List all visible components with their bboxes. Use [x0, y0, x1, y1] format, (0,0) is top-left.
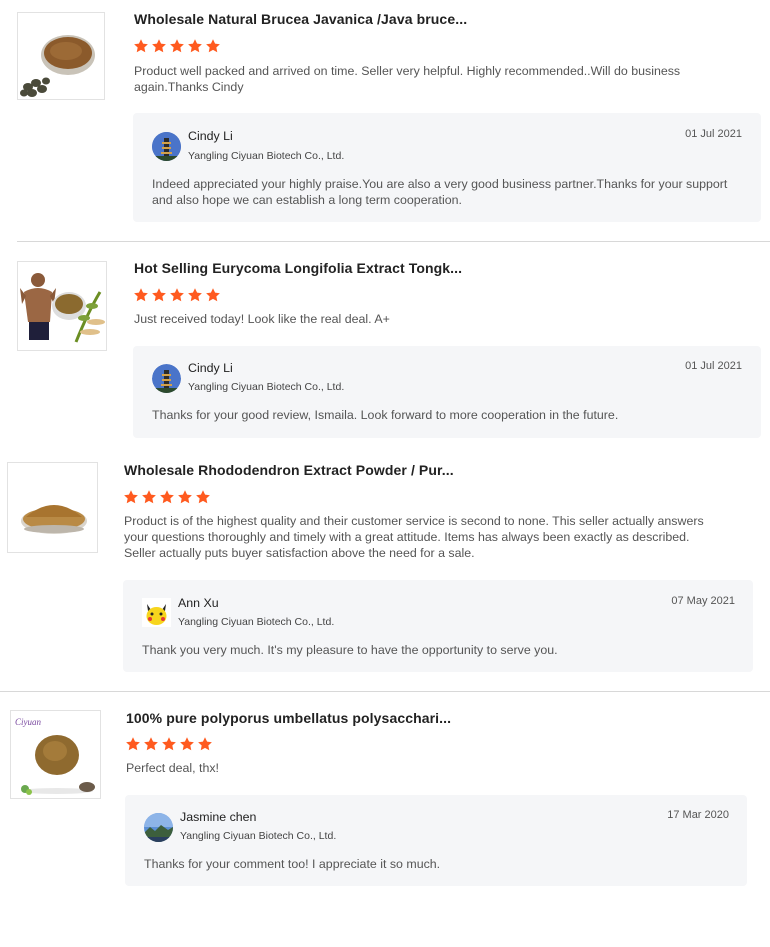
review-divider [17, 241, 770, 242]
seller-company: Yangling Ciyuan Biotech Co., Ltd. [188, 381, 345, 393]
seller-reply: Cindy Li Yangling Ciyuan Biotech Co., Lt… [133, 346, 761, 438]
star-icon [197, 736, 213, 752]
reply-text: Indeed appreciated your highly praise.Yo… [152, 177, 728, 207]
seller-name: Jasmine chen [180, 810, 257, 824]
star-icon [141, 489, 157, 505]
star-icon [187, 287, 203, 303]
review-comment: Just received today! Look like the real … [134, 312, 390, 326]
star-icon [133, 38, 149, 54]
reply-text: Thank you very much. It's my pleasure to… [142, 643, 558, 657]
rating-stars [123, 489, 211, 505]
star-icon [151, 38, 167, 54]
product-title[interactable]: 100% pure polyporus umbellatus polysacch… [126, 710, 451, 726]
star-icon [179, 736, 195, 752]
reply-date: 17 Mar 2020 [667, 809, 729, 821]
star-icon [195, 489, 211, 505]
rating-stars [133, 287, 221, 303]
star-icon [205, 38, 221, 54]
product-title[interactable]: Hot Selling Eurycoma Longifolia Extract … [134, 260, 462, 276]
svg-text:Ciyuan: Ciyuan [15, 717, 41, 727]
seller-name: Cindy Li [188, 129, 233, 143]
rating-stars [133, 38, 221, 54]
seller-avatar [152, 132, 181, 161]
seller-company: Yangling Ciyuan Biotech Co., Ltd. [188, 150, 345, 162]
seller-reply: Ann Xu Yangling Ciyuan Biotech Co., Ltd.… [123, 580, 753, 672]
product-thumbnail[interactable] [17, 261, 107, 351]
review-divider [0, 691, 770, 692]
product-thumbnail[interactable] [7, 462, 98, 553]
reply-date: 01 Jul 2021 [685, 360, 742, 372]
star-icon [169, 287, 185, 303]
star-icon [161, 736, 177, 752]
seller-company: Yangling Ciyuan Biotech Co., Ltd. [178, 616, 335, 628]
star-icon [177, 489, 193, 505]
review-comment: Product is of the highest quality and th… [124, 514, 704, 560]
star-icon [143, 736, 159, 752]
star-icon [169, 38, 185, 54]
seller-reply: Cindy Li Yangling Ciyuan Biotech Co., Lt… [133, 113, 761, 222]
seller-name: Ann Xu [178, 596, 219, 610]
review-comment: Product well packed and arrived on time.… [134, 64, 681, 94]
star-icon [187, 38, 203, 54]
product-thumbnail[interactable] [17, 12, 105, 100]
star-icon [125, 736, 141, 752]
star-icon [133, 287, 149, 303]
star-icon [151, 287, 167, 303]
product-title[interactable]: Wholesale Natural Brucea Javanica /Java … [134, 11, 467, 27]
star-icon [123, 489, 139, 505]
reply-text: Thanks for your good review, Ismaila. Lo… [152, 408, 619, 422]
seller-avatar [152, 364, 181, 393]
seller-reply: Jasmine chen Yangling Ciyuan Biotech Co.… [125, 795, 747, 886]
star-icon [205, 287, 221, 303]
reply-date: 07 May 2021 [671, 595, 735, 607]
seller-avatar [144, 813, 173, 842]
seller-company: Yangling Ciyuan Biotech Co., Ltd. [180, 830, 337, 842]
rating-stars [125, 736, 213, 752]
reply-text: Thanks for your comment too! I appreciat… [144, 857, 441, 871]
review-comment: Perfect deal, thx! [126, 761, 219, 775]
seller-name: Cindy Li [188, 361, 233, 375]
reply-date: 01 Jul 2021 [685, 128, 742, 140]
star-icon [159, 489, 175, 505]
seller-avatar [142, 598, 171, 627]
product-title[interactable]: Wholesale Rhododendron Extract Powder / … [124, 462, 454, 478]
product-thumbnail[interactable]: Ciyuan [10, 710, 101, 799]
